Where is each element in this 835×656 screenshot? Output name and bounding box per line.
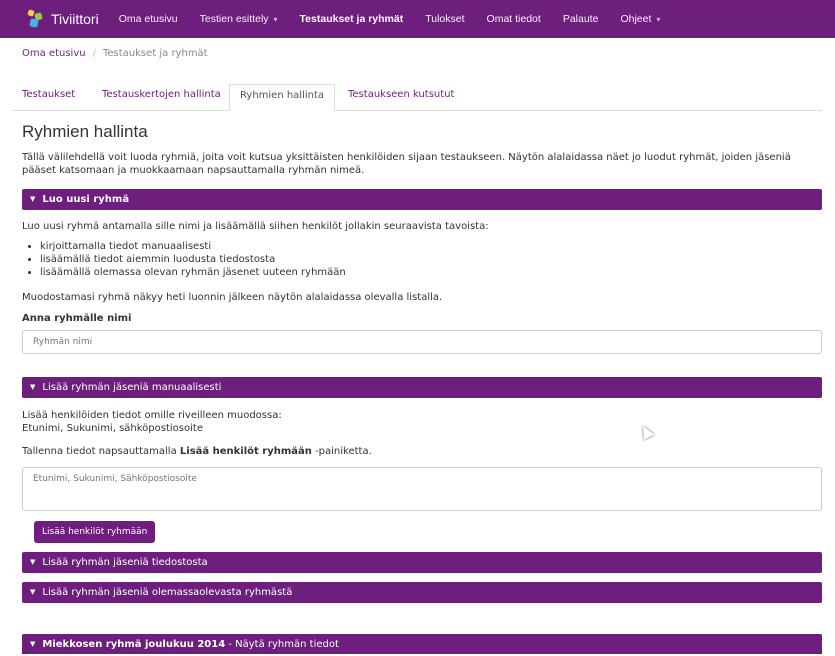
manual-instruction-line2: Etunimi, Sukunimi, sähköpostiosoite <box>22 423 203 434</box>
nav-item-omat-tiedot[interactable]: Omat tiedot <box>487 13 541 25</box>
list-item: lisäämällä olemassa olevan ryhmän jäsene… <box>40 266 346 279</box>
page-intro: Tällä välilehdellä voit luoda ryhmiä, jo… <box>22 152 791 176</box>
breadcrumb-home-link[interactable]: Oma etusivu <box>22 48 86 59</box>
nav-item-testien-esittely[interactable]: Testien esittely ▾ <box>200 13 278 25</box>
chevron-down-icon: ▼ <box>30 383 36 391</box>
tab-testaukset[interactable]: Testaukset <box>12 84 85 110</box>
list-item: kirjoittamalla tiedot manuaalisesti <box>40 240 346 253</box>
breadcrumb-current: Testaukset ja ryhmät <box>102 48 208 59</box>
manual-instruction-line1: Lisää henkilöiden tiedot omille riveille… <box>22 410 282 421</box>
create-group-note: Muodostamasi ryhmä näkyy heti luonnin jä… <box>22 292 443 303</box>
nav-item-label: Testien esittely <box>199 13 269 25</box>
manual-save-instruction: Tallenna tiedot napsauttamalla Lisää hen… <box>22 446 372 457</box>
add-members-button[interactable]: Lisää henkilöt ryhmään <box>34 521 156 543</box>
chevron-down-icon: ▼ <box>30 588 36 596</box>
existing-group-members-title: Lisää ryhmän jäseniä olemassaolevasta ry… <box>42 587 293 598</box>
group-name-label: Anna ryhmälle nimi <box>22 313 132 324</box>
nav-item-ohjeet[interactable]: Ohjeet ▾ <box>620 13 660 25</box>
create-group-description: Luo uusi ryhmä antamalla sille nimi ja l… <box>22 221 489 232</box>
existing-group-members-panel-header[interactable]: ▼ Lisää ryhmän jäseniä olemassaolevasta r… <box>22 582 822 603</box>
tab-testauskertojen-hallinta[interactable]: Testauskertojen hallinta <box>92 84 231 110</box>
logo-icon <box>27 9 44 28</box>
chevron-down-icon: ▾ <box>656 15 661 24</box>
chevron-down-icon: ▾ <box>273 15 278 24</box>
file-members-panel-header[interactable]: ▼ Lisää ryhmän jäseniä tiedostosta <box>22 552 822 573</box>
create-group-options: kirjoittamalla tiedot manuaalisesti lisä… <box>22 240 346 279</box>
file-members-title: Lisää ryhmän jäseniä tiedostosta <box>42 557 208 568</box>
tab-bar: Testaukset Testauskertojen hallinta Ryhm… <box>12 84 822 111</box>
save-instruction-suffix: -painiketta. <box>311 446 372 457</box>
chevron-down-icon: ▼ <box>30 640 36 648</box>
existing-group-row[interactable]: ▼ Miekkosen ryhmä joulukuu 2014 - Näytä r… <box>22 634 822 654</box>
app-name: Tiviittori <box>51 11 99 27</box>
nav-item-palaute[interactable]: Palaute <box>563 13 599 25</box>
chevron-down-icon: ▼ <box>30 558 36 566</box>
breadcrumb: Oma etusivu / Testaukset ja ryhmät <box>22 48 208 59</box>
create-group-title: Luo uusi ryhmä <box>42 194 130 205</box>
app-logo[interactable]: Tiviittori <box>27 9 99 28</box>
top-navbar: Tiviittori Oma etusivu Testien esittely ▾… <box>0 0 835 38</box>
mouse-pointer-icon <box>637 422 655 441</box>
manual-members-panel-header[interactable]: ▼ Lisää ryhmän jäseniä manuaalisesti <box>22 377 822 398</box>
create-group-panel-header[interactable]: ▼ Luo uusi ryhmä <box>22 189 822 210</box>
chevron-down-icon: ▼ <box>30 195 36 203</box>
nav-item-oma-etusivu[interactable]: Oma etusivu <box>119 13 178 25</box>
breadcrumb-separator: / <box>92 48 96 59</box>
manual-members-title: Lisää ryhmän jäseniä manuaalisesti <box>42 382 222 393</box>
show-group-details-link[interactable]: - Näytä ryhmän tiedot <box>225 639 339 650</box>
list-item: lisäämällä tiedot aiemmin luodusta tiedo… <box>40 253 346 266</box>
nav-item-testaukset-ja-ryhmat[interactable]: Testaukset ja ryhmät <box>300 13 404 25</box>
save-instruction-button-name: Lisää henkilöt ryhmään <box>179 446 312 457</box>
nav-item-label: Ohjeet <box>620 13 652 25</box>
group-name-input[interactable] <box>22 330 822 354</box>
save-instruction-prefix: Tallenna tiedot napsauttamalla <box>22 446 180 457</box>
tab-testaukseen-kutsutut[interactable]: Testaukseen kutsutut <box>338 84 464 110</box>
page-title: Ryhmien hallinta <box>22 122 148 141</box>
tab-ryhmien-hallinta[interactable]: Ryhmien hallinta <box>229 84 336 111</box>
nav-item-tulokset[interactable]: Tulokset <box>425 13 464 25</box>
existing-group-name[interactable]: Miekkosen ryhmä joulukuu 2014 <box>42 639 225 650</box>
members-textarea[interactable] <box>22 467 822 511</box>
